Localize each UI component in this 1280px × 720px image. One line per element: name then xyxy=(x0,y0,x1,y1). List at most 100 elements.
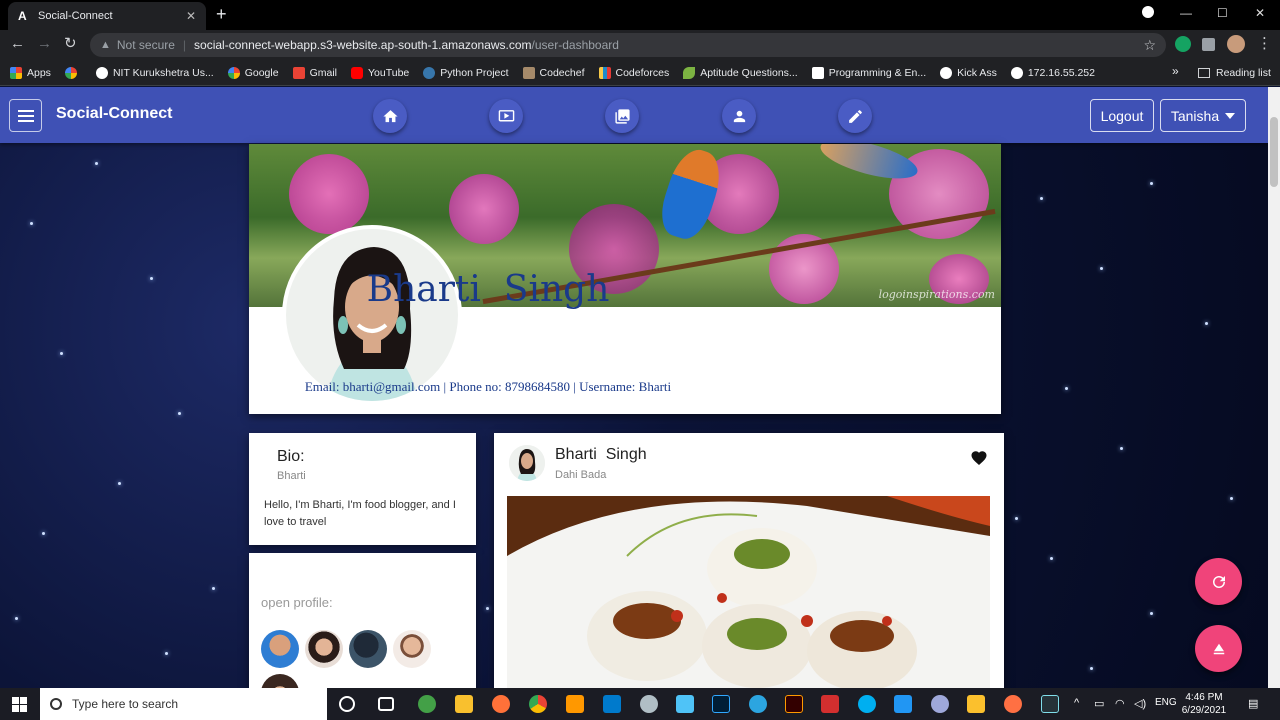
browser-toolbar: ← → ↻ ▲ Not secure | social-connect-weba… xyxy=(0,30,1280,60)
illustrator-icon[interactable] xyxy=(785,695,803,713)
taskbar-clock[interactable]: 4:46 PM 6/29/2021 xyxy=(1180,691,1228,717)
battery-icon[interactable]: ▭ xyxy=(1094,697,1104,710)
refresh-fab[interactable] xyxy=(1195,558,1242,605)
more-bookmarks-icon[interactable]: » xyxy=(1172,64,1179,78)
nav-edit-button[interactable] xyxy=(838,99,872,133)
firefox-icon[interactable] xyxy=(492,695,510,713)
cortana-icon[interactable] xyxy=(339,696,355,712)
minimize-icon[interactable]: — xyxy=(1180,6,1192,20)
sublime-icon[interactable] xyxy=(566,695,584,713)
bookmark-codechef[interactable]: Codechef xyxy=(522,66,585,79)
nav-home-button[interactable] xyxy=(373,99,407,133)
photoshop-icon[interactable] xyxy=(712,695,730,713)
scrollbar-thumb[interactable] xyxy=(1270,117,1278,187)
telegram-icon[interactable] xyxy=(749,695,767,713)
bookmark-kickass[interactable]: Kick Ass xyxy=(940,66,997,79)
bio-text: Hello, I'm Bharti, I'm food blogger, and… xyxy=(264,499,456,528)
reading-list-button[interactable]: Reading list xyxy=(1198,60,1271,86)
bookmark-programming[interactable]: Programming & En... xyxy=(811,66,926,79)
post-author-avatar[interactable] xyxy=(509,445,545,481)
skype-icon[interactable] xyxy=(858,695,876,713)
user-menu-button[interactable]: Tanisha xyxy=(1160,99,1246,132)
url-host: social-connect-webapp.s3-website.ap-sout… xyxy=(194,38,532,52)
bio-username: Bharti xyxy=(277,470,306,482)
post-caption: Dahi Bada xyxy=(555,469,607,481)
nav-video-button[interactable] xyxy=(489,99,523,133)
language-indicator[interactable]: ENG xyxy=(1155,697,1177,708)
bio-card: Bio: Bharti Hello, I'm Bharti, I'm food … xyxy=(249,433,476,545)
eject-up-icon xyxy=(1213,643,1224,654)
bookmark-gmail[interactable]: Gmail xyxy=(292,66,337,79)
grammarly-icon[interactable] xyxy=(1175,36,1191,52)
page-scrollbar[interactable] xyxy=(1268,87,1280,688)
friend-avatar[interactable] xyxy=(349,630,387,668)
bookmark-aptitude[interactable]: Aptitude Questions... xyxy=(683,66,798,79)
google-icon xyxy=(227,66,240,79)
friend-avatar[interactable] xyxy=(393,630,431,668)
chrome-icon[interactable] xyxy=(529,695,547,713)
friend-avatar[interactable] xyxy=(305,630,343,668)
back-icon[interactable]: ← xyxy=(10,36,25,51)
friend-avatar[interactable] xyxy=(261,674,299,688)
postman-icon[interactable] xyxy=(1004,695,1022,713)
snipping-icon[interactable] xyxy=(1041,695,1059,713)
notifications-icon[interactable]: ▤ xyxy=(1248,697,1258,710)
profile-name: Bharti Singh xyxy=(366,269,610,310)
app-icon[interactable] xyxy=(676,695,694,713)
nav-profile-button[interactable] xyxy=(722,99,756,133)
friend-avatar[interactable] xyxy=(261,630,299,668)
bookmark-star-icon[interactable]: ☆ xyxy=(1143,37,1156,54)
url-path: /user-dashboard xyxy=(531,38,619,52)
profile-dot-icon[interactable] xyxy=(1142,6,1154,21)
maximize-icon[interactable]: ☐ xyxy=(1217,6,1228,20)
post-author-name[interactable]: Bharti Singh xyxy=(555,446,647,464)
nav-gallery-button[interactable] xyxy=(605,99,639,133)
tray-expand-icon[interactable]: ^ xyxy=(1074,697,1079,709)
wifi-icon[interactable]: ◠ xyxy=(1115,697,1125,710)
photos-app-icon[interactable] xyxy=(894,695,912,713)
file-explorer-icon[interactable] xyxy=(455,695,473,713)
app-icon[interactable] xyxy=(931,695,949,713)
heart-icon[interactable] xyxy=(970,449,988,467)
bookmark-python[interactable]: Python Project xyxy=(423,66,509,79)
window-close-icon[interactable]: ✕ xyxy=(1255,6,1265,20)
clock-date: 6/29/2021 xyxy=(1181,705,1227,716)
bookmark-google[interactable]: Google xyxy=(227,66,279,79)
profile-avatar[interactable] xyxy=(282,225,462,405)
scroll-top-fab[interactable] xyxy=(1195,625,1242,672)
acrobat-icon[interactable] xyxy=(821,695,839,713)
volume-icon[interactable]: ◁) xyxy=(1134,697,1146,710)
bookmark-youtube[interactable]: YouTube xyxy=(350,66,409,79)
address-bar[interactable]: ▲ Not secure | social-connect-webapp.s3-… xyxy=(90,33,1166,57)
profile-avatar-icon[interactable] xyxy=(1227,35,1245,53)
close-icon[interactable]: ✕ xyxy=(186,9,196,23)
forward-icon[interactable]: → xyxy=(37,36,52,51)
cover-watermark: logoinspirations.com xyxy=(878,288,995,301)
browser-tab[interactable]: A Social-Connect ✕ xyxy=(8,2,206,30)
reload-icon[interactable]: ↻ xyxy=(64,36,77,51)
caret-down-icon xyxy=(1225,112,1236,119)
app-brand[interactable]: Social-Connect xyxy=(56,105,172,123)
utorrent-icon[interactable] xyxy=(418,695,436,713)
bookmark-codeforces[interactable]: Codeforces xyxy=(598,66,669,79)
more-menu-icon[interactable]: ⋮ xyxy=(1257,36,1272,51)
windows-start-icon[interactable] xyxy=(12,697,27,712)
app-icon[interactable] xyxy=(640,695,658,713)
extensions-icon[interactable] xyxy=(1202,38,1215,51)
vscode-icon[interactable] xyxy=(603,695,621,713)
bookmark-photos[interactable] xyxy=(64,66,82,79)
hamburger-menu-button[interactable] xyxy=(9,99,42,132)
bookmark-apps[interactable]: Apps xyxy=(10,66,51,79)
warning-icon: ▲ xyxy=(100,39,111,51)
bookmark-nit[interactable]: NIT Kurukshetra Us... xyxy=(95,66,214,79)
task-view-icon[interactable] xyxy=(378,697,394,711)
clock-time: 4:46 PM xyxy=(1185,692,1223,703)
taskbar-search[interactable]: Type here to search xyxy=(40,688,327,720)
logout-button[interactable]: Logout xyxy=(1090,99,1154,132)
new-tab-icon[interactable]: + xyxy=(216,5,227,23)
post-image[interactable] xyxy=(507,496,990,688)
bookmark-ip[interactable]: 172.16.55.252 xyxy=(1010,66,1095,79)
person-icon xyxy=(733,110,745,122)
app-icon[interactable] xyxy=(967,695,985,713)
gmail-icon xyxy=(292,66,305,79)
